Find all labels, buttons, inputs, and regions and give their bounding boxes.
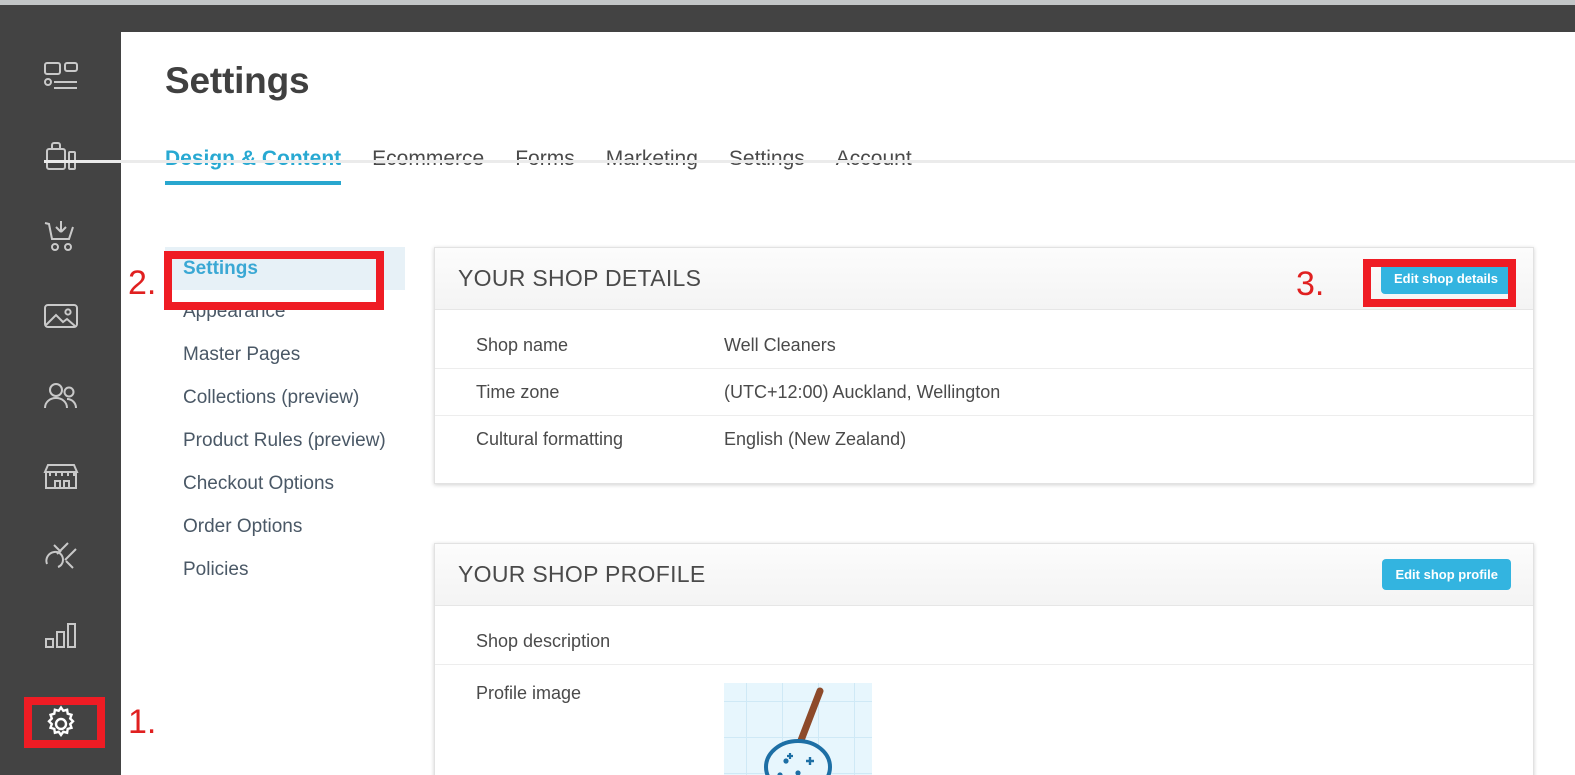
edit-shop-profile-button[interactable]: Edit shop profile <box>1382 559 1511 590</box>
shop-details-title: YOUR SHOP DETAILS <box>458 265 702 291</box>
dashboard-icon <box>43 60 79 92</box>
profile-image-label: Profile image <box>476 683 582 703</box>
tab-bar: Design & Content Ecommerce Forms Marketi… <box>165 147 1575 196</box>
shop-name-value: Well Cleaners <box>724 334 836 355</box>
shop-profile-title: YOUR SHOP PROFILE <box>458 561 706 587</box>
main-content: Settings Design & Content Ecommerce Form… <box>121 32 1575 775</box>
shop-profile-card-body: Shop description Profile image <box>435 606 1533 775</box>
submenu-item-collections[interactable]: Collections (preview) <box>165 376 405 419</box>
cultural-formatting-value: English (New Zealand) <box>724 429 907 449</box>
submenu-item-order-options[interactable]: Order Options <box>165 505 405 548</box>
submenu-item-policies[interactable]: Policies <box>165 548 405 591</box>
shop-store-icon <box>41 461 81 491</box>
tab-account[interactable]: Account <box>836 147 912 185</box>
annotation-number-3: 3. <box>1296 265 1325 303</box>
sidebar-item-shop[interactable] <box>0 446 121 506</box>
tab-settings[interactable]: Settings <box>729 147 805 185</box>
tab-forms[interactable]: Forms <box>515 147 575 185</box>
annotation-number-2: 2. <box>128 264 157 302</box>
app-window: Settings Design & Content Ecommerce Form… <box>0 0 1575 775</box>
tab-design-and-content[interactable]: Design & Content <box>165 147 342 185</box>
left-icon-rail <box>0 32 121 775</box>
submenu-item-master-pages[interactable]: Master Pages <box>165 333 405 376</box>
sidebar-item-apps[interactable] <box>0 526 121 586</box>
time-zone-label: Time zone <box>476 381 560 402</box>
table-row: Cultural formatting English (New Zealand… <box>435 416 1533 463</box>
shop-description-label: Shop description <box>476 630 611 651</box>
orders-cart-icon <box>42 219 80 253</box>
sidebar-item-products[interactable] <box>0 126 121 186</box>
shop-name-label: Shop name <box>476 334 569 355</box>
cultural-formatting-label: Cultural formatting <box>476 429 624 449</box>
table-row: Time zone (UTC+12:00) Auckland, Wellingt… <box>435 369 1533 416</box>
sidebar-item-customers[interactable] <box>0 366 121 426</box>
tab-ecommerce[interactable]: Ecommerce <box>372 147 484 185</box>
tab-marketing[interactable]: Marketing <box>606 147 698 185</box>
submenu-item-product-rules[interactable]: Product Rules (preview) <box>165 419 405 462</box>
edit-shop-details-button[interactable]: Edit shop details <box>1380 263 1511 294</box>
table-row: Profile image <box>435 665 1533 775</box>
submenu-item-appearance[interactable]: Appearance <box>165 290 405 333</box>
sidebar-item-reports[interactable] <box>0 606 121 666</box>
cleaning-brush-illustration <box>764 687 832 775</box>
table-row: Shop description <box>435 618 1533 665</box>
sidebar-item-media[interactable] <box>0 286 121 346</box>
tab-bar-divider <box>44 160 1575 163</box>
submenu-item-checkout-options[interactable]: Checkout Options <box>165 462 405 505</box>
submenu-item-settings[interactable]: Settings <box>165 247 405 290</box>
cards-column: YOUR SHOP DETAILS Edit shop details Shop… <box>434 247 1534 775</box>
shop-profile-card: YOUR SHOP PROFILE Edit shop profile Shop… <box>434 543 1534 775</box>
page-title: Settings <box>165 60 310 101</box>
plug-apps-icon <box>42 540 80 572</box>
settings-submenu: Settings Appearance Master Pages Collect… <box>165 247 405 591</box>
media-image-icon <box>42 301 80 331</box>
bar-chart-icon <box>43 622 79 650</box>
products-icon <box>44 140 78 172</box>
customers-icon <box>42 381 80 411</box>
gear-settings-icon <box>42 705 80 743</box>
app-top-bar <box>0 5 1575 32</box>
annotation-number-1: 1. <box>128 703 157 741</box>
time-zone-value: (UTC+12:00) Auckland, Wellington <box>724 381 1001 402</box>
shop-details-card: YOUR SHOP DETAILS Edit shop details Shop… <box>434 247 1534 484</box>
table-row: Shop name Well Cleaners <box>435 322 1533 369</box>
sidebar-item-settings[interactable] <box>0 694 121 754</box>
sidebar-item-dashboard[interactable] <box>0 46 121 106</box>
profile-image-thumbnail[interactable] <box>724 683 872 775</box>
sidebar-item-orders[interactable] <box>0 206 121 266</box>
shop-details-card-header: YOUR SHOP DETAILS Edit shop details <box>435 248 1533 310</box>
shop-profile-card-header: YOUR SHOP PROFILE Edit shop profile <box>435 544 1533 606</box>
shop-details-card-body: Shop name Well Cleaners Time zone (UTC+1… <box>435 310 1533 483</box>
